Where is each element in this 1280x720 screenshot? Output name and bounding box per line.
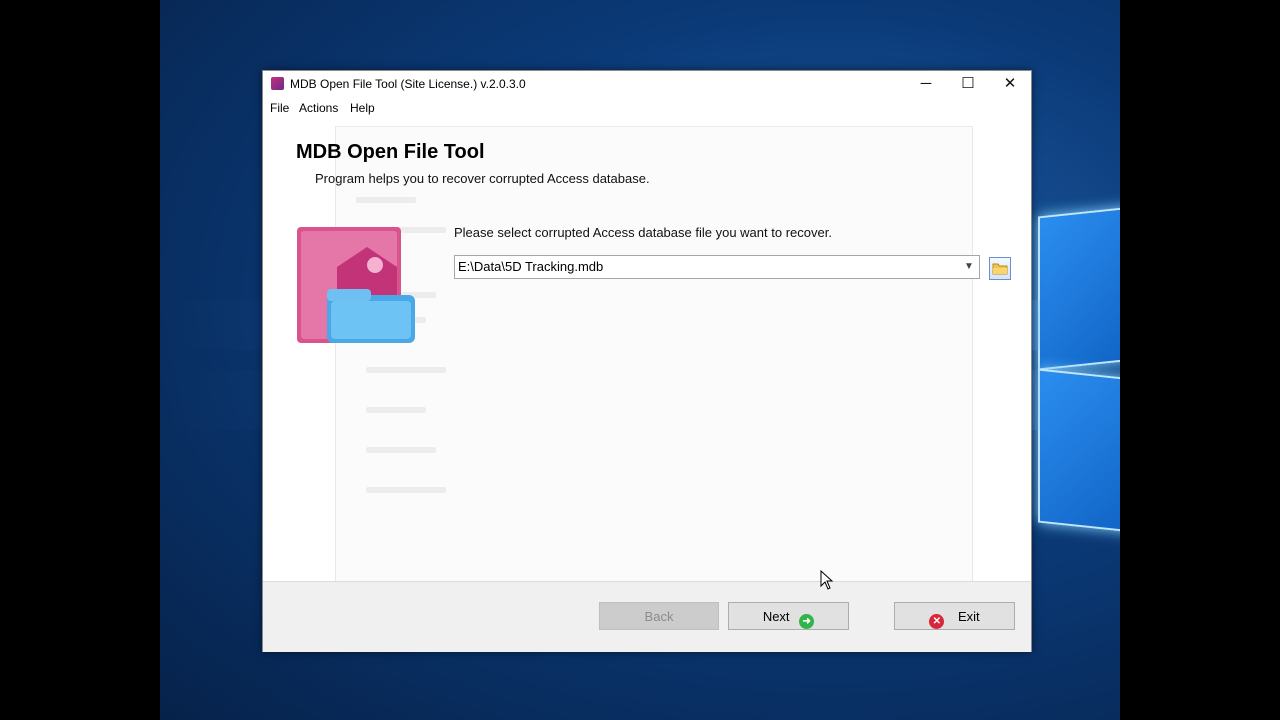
maximize-button[interactable]: ☐ xyxy=(947,71,989,97)
next-button-label: Next xyxy=(762,609,790,624)
select-file-prompt: Please select corrupted Access database … xyxy=(454,225,832,240)
window-title: MDB Open File Tool (Site License.) v.2.0… xyxy=(290,77,526,91)
back-button-label: Back xyxy=(644,609,674,624)
arrow-right-icon: ➜ xyxy=(799,614,815,629)
title-bar[interactable]: MDB Open File Tool (Site License.) v.2.0… xyxy=(263,71,1031,97)
main-window: MDB Open File Tool (Site License.) v.2.0… xyxy=(262,70,1032,652)
file-path-combobox[interactable]: E:\Data\5D Tracking.mdb ▼ xyxy=(454,255,980,279)
mdb-app-icon xyxy=(271,77,284,90)
access-key-folder-icon xyxy=(297,227,415,345)
minimize-button[interactable]: ─ xyxy=(905,71,947,97)
chevron-down-icon[interactable]: ▼ xyxy=(961,258,977,276)
browse-folder-button[interactable] xyxy=(989,257,1011,280)
page-subtitle: Program helps you to recover corrupted A… xyxy=(315,171,650,186)
exit-button[interactable]: ✕ Exit xyxy=(894,602,1015,630)
menu-actions[interactable]: Actions xyxy=(299,101,338,115)
file-path-value: E:\Data\5D Tracking.mdb xyxy=(458,259,604,274)
menu-help[interactable]: Help xyxy=(350,101,375,115)
close-button[interactable]: ✕ xyxy=(989,71,1031,97)
menu-file[interactable]: File xyxy=(270,101,289,115)
next-button[interactable]: Next ➜ xyxy=(728,602,849,630)
folder-icon xyxy=(992,263,1008,275)
menu-bar: File Actions Help xyxy=(263,97,1031,119)
page-title: MDB Open File Tool xyxy=(296,141,485,163)
close-circle-icon: ✕ xyxy=(929,614,945,629)
windows-logo-pane-bottom xyxy=(1038,368,1120,536)
exit-button-label: Exit xyxy=(957,609,980,624)
back-button[interactable]: Back xyxy=(599,602,719,630)
windows-logo-pane-top xyxy=(1038,203,1120,371)
faded-file-dialog-overlay xyxy=(335,126,973,618)
